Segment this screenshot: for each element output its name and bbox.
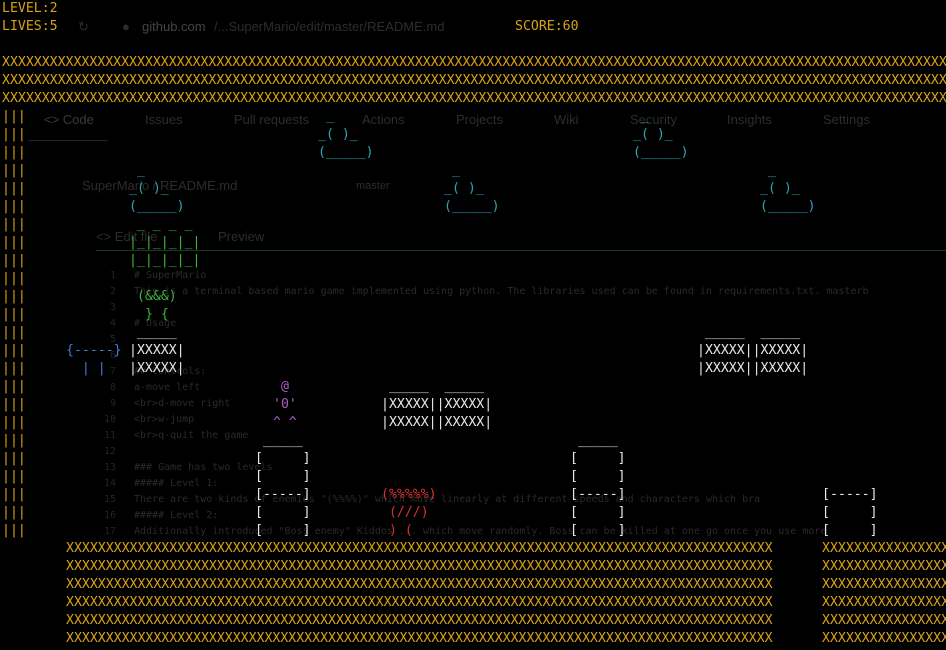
top-wall-row-1: XXXXXXXXXXXXXXXXXXXXXXXXXXXXXXXXXXXXXXXX… (2, 55, 946, 70)
score-indicator: SCORE:60 (515, 19, 579, 34)
pipe: [-----] [ ] [ ] (822, 487, 878, 538)
mario-player: @ '0' ^ ^ (273, 379, 297, 430)
ground-right: XXXXXXXXXXXXXXXX XX XXXXXXXXXXXXXX XXXX XX… (822, 541, 946, 646)
castle: _ _ _ _ |_|_|_|_| |_|_|_|_| (129, 217, 201, 268)
cloud: _ _( )_ (_____) (318, 109, 374, 160)
brick-block-pair: _____ _____ |XXXXX||XXXXX| |XXXXX||XXXXX… (381, 379, 493, 430)
brick-block: _____ |XXXXX| |XXXXX| (129, 325, 185, 376)
cloud: _ _( )_ (_____) (444, 163, 500, 214)
ground-left: XXXXXXXXXXXXXXXXXXXXXXXXXXXXXXXXXXXXXXXX… (66, 541, 773, 646)
boss-enemy: (&&&) } { (137, 289, 177, 322)
enemy: (%%%%%) (///) ) ( (381, 487, 437, 538)
pipe: _____ [ ] [ ] [-----] [ ] [ ] (255, 433, 311, 538)
game-screen: LEVEL:2 LIVES:5 SCORE:60 XXXXXXXXXXXXXXX… (0, 0, 946, 650)
level-indicator: LEVEL:2 (2, 1, 58, 16)
spring: {-----} | | (66, 343, 122, 376)
left-wall: ||| ||| ||| ||| ||| ||| ||| ||| ||| ||| … (2, 109, 26, 538)
top-wall-row-3: XXXXXXXXXXXXXXXXXXXXXXXXXXXXXXXXXXXXXXXX… (2, 91, 946, 106)
lives-indicator: LIVES:5 (2, 19, 58, 34)
cloud: _ _( )_ (_____) (633, 109, 689, 160)
top-wall-row-2: XXXXXXXXXXXXXXXXXXXXXXXXXXXXXXXXXXXXXXXX… (2, 73, 946, 88)
pipe: _____ [ ] [ ] [-----] [ ] [ ] (570, 433, 626, 538)
brick-block-pair: _____ _____ |XXXXX||XXXXX| |XXXXX||XXXXX… (697, 325, 809, 376)
cloud: _ _( )_ (_____) (760, 163, 816, 214)
cloud: _ _( )_ (_____) (129, 163, 185, 214)
